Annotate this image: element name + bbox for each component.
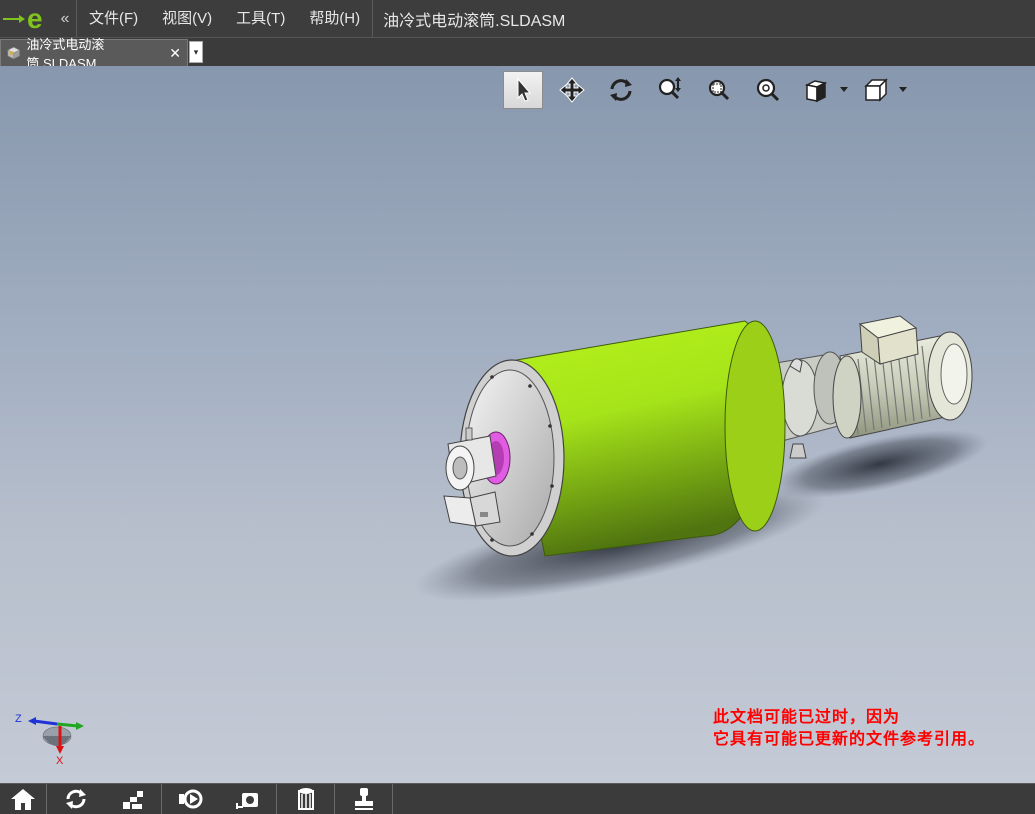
components-button[interactable] xyxy=(104,784,161,814)
collapse-button[interactable]: « xyxy=(54,10,76,28)
outdated-warning: 此文档可能已过时，因为 它具有可能已更新的文件参考引用。 xyxy=(713,706,985,750)
menu-file[interactable]: 文件(F) xyxy=(77,0,150,37)
menu-view[interactable]: 视图(V) xyxy=(150,0,224,37)
warning-line-1: 此文档可能已过时，因为 xyxy=(713,707,901,726)
menu-tools[interactable]: 工具(T) xyxy=(224,0,297,37)
menu-help[interactable]: 帮助(H) xyxy=(297,0,372,37)
animate-button[interactable] xyxy=(162,784,219,814)
warning-line-2: 它具有可能已更新的文件参考引用。 xyxy=(713,729,986,748)
menu-bar: 文件(F) 视图(V) 工具(T) 帮助(H) xyxy=(77,0,372,37)
measure-icon xyxy=(235,793,258,809)
section-button[interactable] xyxy=(277,784,334,814)
tab-close-icon[interactable]: ✕ xyxy=(169,45,181,62)
stamp-icon xyxy=(354,788,373,810)
triad-x-label: X xyxy=(56,755,64,767)
home-button[interactable] xyxy=(0,784,46,814)
assembly-icon xyxy=(7,46,21,60)
document-tab-bar: 油冷式电动滚筒.SLDASM ✕ ▾ xyxy=(0,37,1035,71)
reload-icon xyxy=(65,789,86,809)
document-title: 油冷式电动滚筒.SLDASM xyxy=(383,12,566,30)
measure-button[interactable] xyxy=(219,784,276,814)
home-icon xyxy=(11,789,35,810)
edrawings-logo-icon[interactable]: e xyxy=(0,0,54,37)
triad-z-label: Z xyxy=(15,713,22,725)
section-icon xyxy=(297,788,314,810)
reload-button[interactable] xyxy=(47,784,104,814)
orientation-triad: Z X xyxy=(15,713,84,767)
document-tab[interactable]: 油冷式电动滚筒.SLDASM ✕ xyxy=(0,37,188,71)
title-menu-bar: e « 文件(F) 视图(V) 工具(T) 帮助(H) 油冷式电动滚筒.SLDA… xyxy=(0,0,1035,38)
svg-text:e: e xyxy=(27,4,43,34)
model-drum-motor[interactable] xyxy=(0,66,1035,783)
components-icon xyxy=(122,791,143,809)
tab-dropdown-button[interactable]: ▾ xyxy=(189,41,203,63)
animate-icon xyxy=(178,789,202,809)
stamp-button[interactable] xyxy=(335,784,392,814)
3d-viewport[interactable]: 此文档可能已过时，因为 它具有可能已更新的文件参考引用。 Z X xyxy=(0,66,1035,783)
bottom-toolbar xyxy=(0,783,1035,814)
